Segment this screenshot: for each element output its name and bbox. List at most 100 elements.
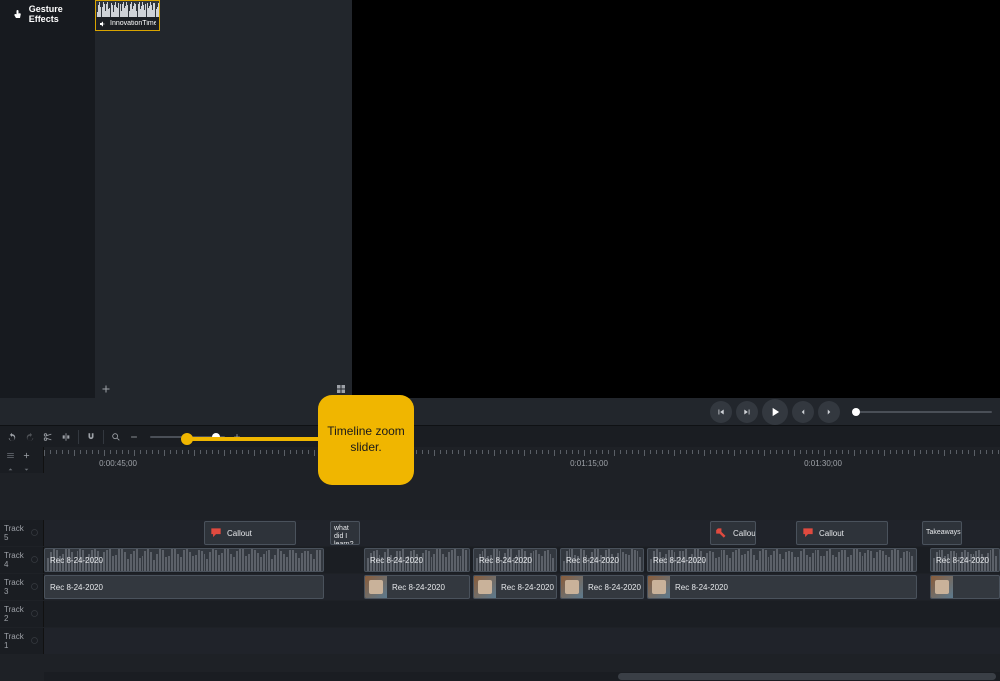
- clip-label: Rec 8-24-2020: [45, 583, 103, 592]
- callout-icon: [715, 526, 729, 540]
- callout-clip[interactable]: Callout: [204, 521, 296, 545]
- video-thumbnail: [648, 576, 670, 598]
- video-clip[interactable]: Rec 8-24-2020: [560, 575, 644, 599]
- clip-label: Rec 8-24-2020: [387, 583, 445, 592]
- media-clip-name: InnovationTime: [110, 20, 156, 27]
- ruler-time-label: 0:01:15;00: [570, 459, 608, 468]
- top-area: Gesture Effects InnovationTime: [0, 0, 1000, 398]
- next-frame-button[interactable]: [736, 401, 758, 423]
- media-bin-footer: [99, 383, 348, 395]
- media-clip-thumbnail[interactable]: InnovationTime: [95, 0, 160, 31]
- zoom-search-icon[interactable]: [110, 431, 122, 443]
- video-thumbnail: [561, 576, 583, 598]
- playback-controls: [710, 399, 840, 425]
- track-lock-icon[interactable]: [30, 609, 39, 620]
- audio-clip[interactable]: Rec 8-24-2020: [560, 548, 644, 572]
- jump-back-button[interactable]: [792, 401, 814, 423]
- track-lane[interactable]: Callout So what did I learn? Callout Cal…: [44, 520, 1000, 546]
- audio-clip[interactable]: Rec 8-24-2020: [44, 548, 324, 572]
- callout-icon: [209, 526, 223, 540]
- help-annotation: Timeline zoom slider.: [186, 395, 411, 401]
- clip-label: So what did I learn?: [334, 521, 356, 545]
- clip-label: Rec 8-24-2020: [45, 556, 103, 565]
- timeline-toolbar: [0, 425, 1000, 447]
- annotation-text: Timeline zoom slider.: [326, 424, 406, 455]
- clip-label: Rec 8-24-2020: [496, 583, 554, 592]
- timeline-ruler[interactable]: 0:00:45;00 0:01:15;00 0:01:30;00: [44, 447, 1000, 473]
- transport-bar: [0, 398, 1000, 425]
- audio-icon: [99, 20, 107, 28]
- track-label: Track 1: [4, 632, 30, 650]
- clip-label: Takeaways: [926, 529, 961, 537]
- audio-clip[interactable]: Rec 8-24-2020: [473, 548, 557, 572]
- track-row-4: Track 4 Rec 8-24-2020 Rec 8-24-2020 Rec …: [0, 547, 1000, 573]
- playback-speed-slider[interactable]: [852, 411, 992, 413]
- callout-clip[interactable]: Callout: [796, 521, 888, 545]
- clip-label: Callout: [227, 529, 252, 538]
- undo-button[interactable]: [6, 431, 18, 443]
- cut-button[interactable]: [42, 431, 54, 443]
- annotation-clip[interactable]: So what did I learn?: [330, 521, 360, 545]
- video-clip[interactable]: [930, 575, 1000, 599]
- toolbar-divider: [103, 430, 104, 444]
- clip-label: Rec 8-24-2020: [931, 556, 989, 565]
- callout-clip[interactable]: Callout: [710, 521, 756, 545]
- grid-view-button[interactable]: [334, 383, 348, 395]
- scrollbar-thumb[interactable]: [618, 673, 996, 680]
- track-options-panel: [0, 447, 44, 473]
- video-thumbnail: [474, 576, 496, 598]
- jump-forward-button[interactable]: [818, 401, 840, 423]
- track-lock-icon[interactable]: [30, 555, 39, 566]
- video-clip[interactable]: Rec 8-24-2020: [473, 575, 557, 599]
- zoom-out-button[interactable]: [128, 431, 140, 443]
- preview-canvas[interactable]: [355, 0, 1000, 398]
- clip-label: Rec 8-24-2020: [583, 583, 641, 592]
- clip-label: Rec 8-24-2020: [648, 556, 706, 565]
- toolbar-divider: [78, 430, 79, 444]
- sidebar-item-label: Gesture Effects: [29, 4, 89, 24]
- timeline-horizontal-scrollbar[interactable]: [44, 672, 1000, 681]
- track-lock-icon[interactable]: [30, 582, 39, 593]
- annotation-clip[interactable]: Takeaways: [922, 521, 962, 545]
- track-label: Track 2: [4, 605, 30, 623]
- clip-label: Callout: [733, 529, 756, 538]
- add-track-button[interactable]: [20, 449, 32, 461]
- add-media-button[interactable]: [99, 383, 113, 395]
- track-lane[interactable]: [44, 601, 1000, 627]
- video-clip[interactable]: Rec 8-24-2020: [44, 575, 324, 599]
- callout-icon: [801, 526, 815, 540]
- track-head[interactable]: Track 5: [0, 520, 44, 546]
- track-lane[interactable]: Rec 8-24-2020 Rec 8-24-2020 Rec 8-24-202…: [44, 547, 1000, 573]
- track-lock-icon[interactable]: [30, 528, 39, 539]
- ruler-time-label: 0:01:30;00: [804, 459, 842, 468]
- track-lock-icon[interactable]: [30, 636, 39, 647]
- tracks-top-padding: [0, 473, 1000, 519]
- track-lane[interactable]: Rec 8-24-2020 Rec 8-24-2020 Rec 8-24-202…: [44, 574, 1000, 600]
- track-opt-icon[interactable]: [4, 449, 16, 461]
- track-label: Track 5: [4, 524, 30, 542]
- track-head[interactable]: Track 2: [0, 601, 44, 627]
- split-button[interactable]: [60, 431, 72, 443]
- magnet-button[interactable]: [85, 431, 97, 443]
- video-clip[interactable]: Rec 8-24-2020: [364, 575, 470, 599]
- audio-clip[interactable]: Rec 8-24-2020: [647, 548, 917, 572]
- track-row-1: Track 1: [0, 628, 1000, 654]
- redo-button[interactable]: [24, 431, 36, 443]
- track-head[interactable]: Track 4: [0, 547, 44, 573]
- clip-label: Rec 8-24-2020: [561, 556, 619, 565]
- track-head[interactable]: Track 1: [0, 628, 44, 654]
- annotation-box: Timeline zoom slider.: [318, 395, 414, 485]
- ruler-time-label: 0:00:45;00: [99, 459, 137, 468]
- audio-clip[interactable]: Rec 8-24-2020: [364, 548, 470, 572]
- waveform-preview: [96, 1, 159, 17]
- media-clip-label-row: InnovationTime: [96, 17, 159, 30]
- sidebar-item-gesture-effects[interactable]: Gesture Effects: [6, 0, 95, 28]
- track-row-3: Track 3 Rec 8-24-2020 Rec 8-24-2020 Rec …: [0, 574, 1000, 600]
- audio-clip[interactable]: Rec 8-24-2020: [930, 548, 1000, 572]
- track-lane[interactable]: [44, 628, 1000, 654]
- track-label: Track 4: [4, 551, 30, 569]
- play-button[interactable]: [762, 399, 788, 425]
- previous-frame-button[interactable]: [710, 401, 732, 423]
- track-head[interactable]: Track 3: [0, 574, 44, 600]
- video-clip[interactable]: Rec 8-24-2020: [647, 575, 917, 599]
